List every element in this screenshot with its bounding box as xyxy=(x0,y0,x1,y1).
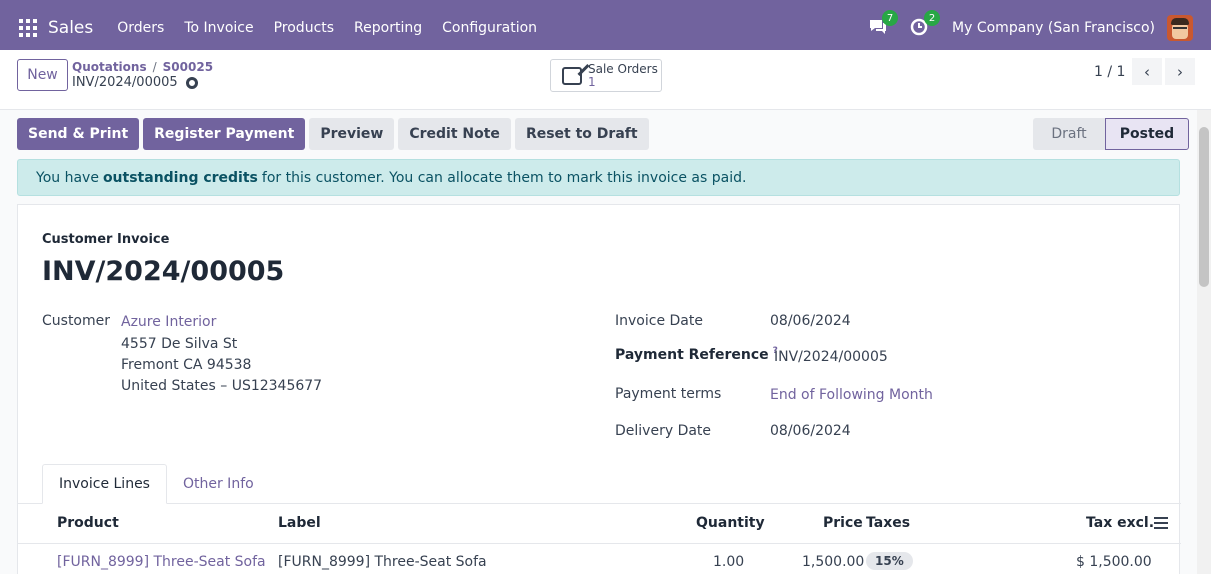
optional-columns-icon[interactable] xyxy=(1154,517,1168,529)
col-tax-excl[interactable]: Tax excl. xyxy=(1086,515,1154,531)
alert-prefix: You have xyxy=(36,169,99,186)
top-navbar: Sales Orders To Invoice Products Reporti… xyxy=(0,0,1211,56)
pager-value[interactable]: 1 / 1 xyxy=(1094,64,1125,80)
pager-previous-icon[interactable]: ‹ xyxy=(1132,58,1162,85)
scrollbar-thumb[interactable] xyxy=(1199,127,1209,287)
address-line-1: 4557 De Silva St xyxy=(121,336,238,352)
menu-reporting[interactable]: Reporting xyxy=(354,20,422,36)
menu-to-invoice[interactable]: To Invoice xyxy=(184,20,253,36)
invoice-date-label: Invoice Date xyxy=(615,313,703,329)
invoice-lines-header: Product Label Quantity Price Taxes Tax e… xyxy=(18,504,1181,544)
tab-invoice-lines[interactable]: Invoice Lines xyxy=(42,464,167,504)
apps-grid-icon[interactable] xyxy=(19,19,37,37)
col-product[interactable]: Product xyxy=(57,515,119,531)
menu-products[interactable]: Products xyxy=(274,20,334,36)
smart-button-label: Sale Orders xyxy=(588,62,658,76)
col-price[interactable]: Price xyxy=(823,515,863,531)
record-title: INV/2024/00005 xyxy=(72,75,198,90)
row-product[interactable]: [FURN_8999] Three-Seat Sofa xyxy=(57,554,266,570)
user-avatar[interactable] xyxy=(1167,15,1193,41)
table-row[interactable]: [FURN_8999] Three-Seat Sofa [FURN_8999] … xyxy=(18,545,1181,574)
breadcrumb-separator: / xyxy=(152,60,157,74)
status-bar: Draft Posted xyxy=(1033,118,1189,150)
reset-to-draft-button[interactable]: Reset to Draft xyxy=(514,118,649,150)
messages-icon[interactable]: 7 xyxy=(868,10,899,38)
menu-configuration[interactable]: Configuration xyxy=(442,20,537,36)
record-name: INV/2024/00005 xyxy=(72,75,178,90)
breadcrumb: Quotations / S00025 xyxy=(72,60,213,74)
address-line-2: Fremont CA 94538 xyxy=(121,357,252,373)
alert-bold: outstanding credits xyxy=(102,169,258,186)
payment-reference-value[interactable]: INV/2024/00005 xyxy=(774,349,888,365)
breadcrumb-quotations[interactable]: Quotations xyxy=(72,60,147,74)
new-button[interactable]: New xyxy=(17,59,68,91)
menu-orders[interactable]: Orders xyxy=(117,20,164,36)
col-quantity[interactable]: Quantity xyxy=(696,515,765,531)
activities-badge: 2 xyxy=(924,10,941,26)
payment-terms-link[interactable]: End of Following Month xyxy=(770,387,933,403)
delivery-date-value[interactable]: 08/06/2024 xyxy=(770,423,851,439)
outstanding-credits-alert: You have outstanding credits for this cu… xyxy=(17,159,1180,196)
messages-badge: 7 xyxy=(882,10,899,26)
customer-link[interactable]: Azure Interior xyxy=(121,314,216,330)
sale-orders-smart-button[interactable]: Sale Orders 1 xyxy=(550,59,662,92)
control-panel: New Quotations / S00025 INV/2024/00005 Sal… xyxy=(0,50,1211,110)
pager-next-icon[interactable]: › xyxy=(1165,58,1195,85)
payment-terms-label: Payment terms xyxy=(615,386,722,402)
preview-button[interactable]: Preview xyxy=(309,118,395,150)
address-line-3: United States – US12345677 xyxy=(121,378,323,394)
document-type: Customer Invoice xyxy=(42,232,170,247)
customer-label: Customer xyxy=(42,313,111,329)
alert-suffix: for this customer. You can allocate them… xyxy=(261,169,747,186)
payment-reference-label-text: Payment Reference xyxy=(615,347,769,363)
status-posted[interactable]: Posted xyxy=(1105,118,1189,150)
row-quantity[interactable]: 1.00 xyxy=(713,554,744,570)
row-label[interactable]: [FURN_8999] Three-Seat Sofa xyxy=(278,554,487,570)
credit-note-button[interactable]: Credit Note xyxy=(398,118,511,150)
register-payment-button[interactable]: Register Payment xyxy=(143,118,306,150)
action-bar: Send & Print Register Payment Preview Cr… xyxy=(17,118,653,150)
col-label[interactable]: Label xyxy=(278,515,321,531)
row-price[interactable]: 1,500.00 xyxy=(802,554,864,570)
status-draft[interactable]: Draft xyxy=(1033,118,1105,150)
row-tax-badge[interactable]: 15% xyxy=(866,552,913,570)
notebook-tabs: Invoice Lines Other Info xyxy=(42,464,270,504)
tab-other-info[interactable]: Other Info xyxy=(167,464,270,504)
gear-icon[interactable] xyxy=(185,76,198,89)
invoice-sheet: Customer Invoice INV/2024/00005 Customer… xyxy=(17,204,1181,574)
send-print-button[interactable]: Send & Print xyxy=(17,118,140,150)
row-subtotal: $ 1,500.00 xyxy=(1076,554,1152,570)
invoice-number: INV/2024/00005 xyxy=(42,256,285,287)
col-taxes[interactable]: Taxes xyxy=(866,515,910,531)
smart-button-count: 1 xyxy=(588,75,596,89)
delivery-date-label: Delivery Date xyxy=(615,423,712,439)
company-switcher[interactable]: My Company (San Francisco) xyxy=(952,20,1155,36)
breadcrumb-order[interactable]: S00025 xyxy=(163,60,213,74)
edit-icon xyxy=(562,66,582,85)
payment-reference-label: Payment Reference? xyxy=(615,346,778,363)
app-name[interactable]: Sales xyxy=(48,18,93,38)
activities-clock-icon[interactable]: 2 xyxy=(910,10,941,38)
invoice-date-value[interactable]: 08/06/2024 xyxy=(770,313,851,329)
